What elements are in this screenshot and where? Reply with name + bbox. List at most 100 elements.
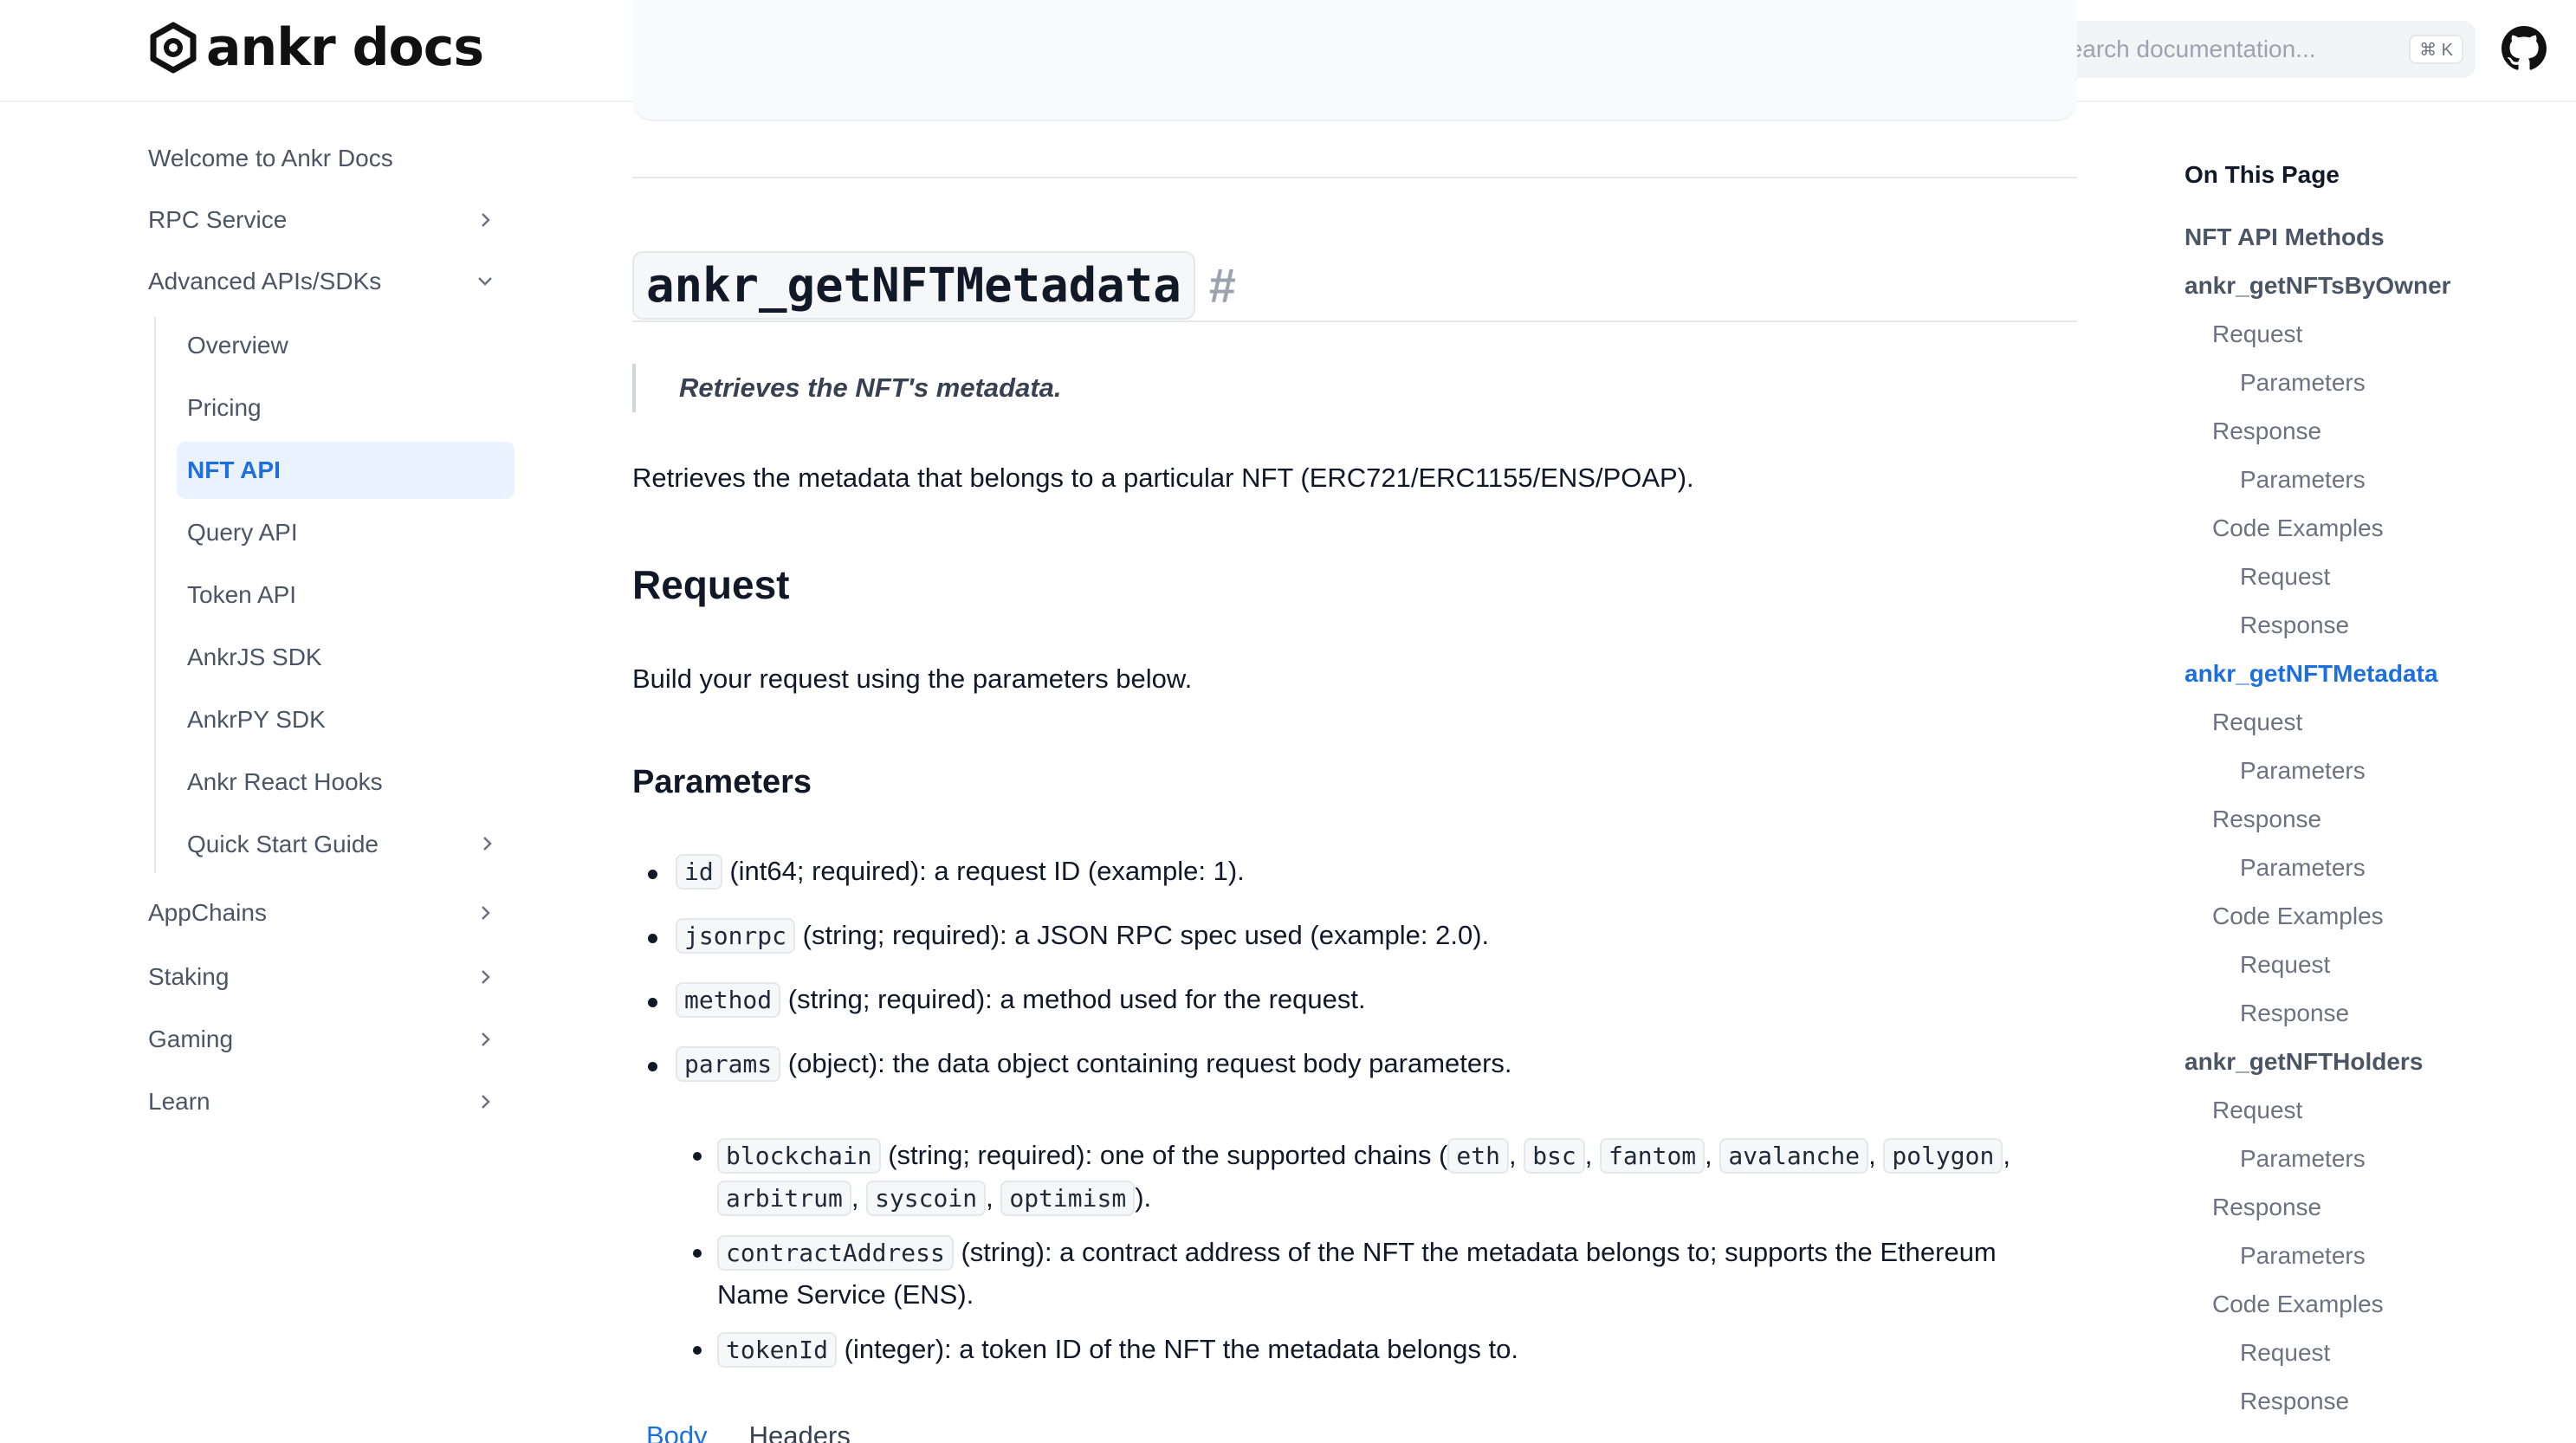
request-description: Build your request using the parameters … — [632, 663, 1193, 694]
tab-body[interactable]: Body — [646, 1420, 708, 1443]
toc-item[interactable]: ankr_getNFTMetadata — [2184, 660, 2451, 709]
param-name: method — [676, 982, 781, 1018]
toc-item[interactable]: Code Examples — [2184, 903, 2451, 951]
sidebar-item-label: Staking — [148, 963, 230, 990]
toc-title: On This Page — [2184, 161, 2340, 188]
previous-section-card — [632, 0, 2077, 121]
chevron-right-icon[interactable] — [475, 210, 495, 230]
sidebar-item-appchains[interactable]: AppChains — [147, 880, 513, 946]
sidebar-item-label: AppChains — [148, 899, 267, 926]
ankr-docs-logo[interactable]: ankr docs — [147, 17, 484, 78]
toc-item[interactable]: ankr_getNFTHolders — [2184, 1048, 2451, 1097]
chevron-right-icon[interactable] — [476, 833, 497, 854]
toc-item[interactable]: Request — [2184, 563, 2451, 611]
sidebar-item-label: Ankr React Hooks — [187, 768, 383, 795]
sidebar-item-quick-start-guide[interactable]: Quick Start Guide — [177, 816, 515, 873]
left-sidebar: Welcome to Ankr Docs RPC Service Advance… — [147, 130, 515, 1133]
toc-item[interactable]: Request — [2184, 320, 2451, 369]
sidebar-item-label: Welcome to Ankr Docs — [148, 145, 393, 171]
sidebar-item-label: AnkrPY SDK — [187, 706, 326, 733]
github-icon[interactable] — [2502, 26, 2547, 71]
divider — [632, 320, 2077, 322]
toc-item[interactable]: Parameters — [2184, 369, 2451, 417]
param-description: (string; required): a JSON RPC spec used… — [795, 920, 1490, 950]
list-item: id (int64; required): a request ID (exam… — [648, 854, 1245, 890]
sidebar-item-label: Learn — [148, 1088, 210, 1115]
sidebar-item-token-api[interactable]: Token API — [177, 566, 515, 624]
sidebar-item-ankrpy-sdk[interactable]: AnkrPY SDK — [177, 691, 515, 748]
toc-item[interactable]: Response — [2184, 611, 2451, 660]
chevron-right-icon[interactable] — [475, 1091, 495, 1112]
param-description: (int64; required): a request ID (example… — [722, 856, 1245, 886]
toc-item[interactable]: Parameters — [2184, 854, 2451, 903]
chevron-right-icon[interactable] — [475, 1029, 495, 1050]
toc-item[interactable]: Response — [2184, 1000, 2451, 1048]
divider — [632, 177, 2077, 178]
sidebar-item-welcome[interactable]: Welcome to Ankr Docs — [147, 130, 513, 187]
chain-code: syscoin — [866, 1181, 987, 1216]
chevron-down-icon[interactable] — [475, 270, 495, 291]
sidebar-item-label: Quick Start Guide — [187, 831, 379, 857]
param-description-cont: Name Service (ENS). — [717, 1279, 974, 1310]
chain-code: bsc — [1524, 1138, 1585, 1174]
param-name: jsonrpc — [676, 918, 796, 954]
sidebar-item-label: Gaming — [148, 1026, 234, 1052]
sidebar-item-learn[interactable]: Learn — [147, 1071, 513, 1133]
sidebar-item-label: Pricing — [187, 394, 262, 421]
sidebar-submenu-advanced-apis: Overview Pricing NFT API Query API Token… — [154, 317, 515, 873]
sidebar-item-overview[interactable]: Overview — [177, 317, 515, 374]
toc-item[interactable]: Parameters — [2184, 1145, 2451, 1194]
request-heading: Request — [632, 562, 790, 607]
sidebar-item-label: NFT API — [187, 456, 281, 483]
sidebar-item-staking[interactable]: Staking — [147, 946, 513, 1008]
chevron-right-icon[interactable] — [475, 903, 495, 923]
chain-code: fantom — [1600, 1138, 1705, 1174]
chain-code: optimism — [1000, 1181, 1136, 1216]
list-item: params (object): the data object contain… — [648, 1046, 1512, 1082]
sidebar-item-query-api[interactable]: Query API — [177, 504, 515, 561]
on-this-page-toc: On This Page NFT API Methods ankr_getNFTs… — [2184, 161, 2548, 1414]
param-description: (object): the data object containing req… — [780, 1048, 1512, 1078]
toc-item[interactable]: Code Examples — [2184, 514, 2451, 563]
list-item: jsonrpc (string; required): a JSON RPC s… — [647, 918, 1490, 954]
toc-item[interactable]: Request — [2184, 951, 2451, 1000]
search-box[interactable]: ⌘ K — [2032, 21, 2476, 78]
tab-headers[interactable]: Headers — [749, 1420, 851, 1443]
sidebar-item-advanced-apis[interactable]: Advanced APIs/SDKs — [147, 253, 513, 310]
chain-code: arbitrum — [717, 1181, 851, 1216]
sidebar-item-label: AnkrJS SDK — [187, 644, 322, 670]
sidebar-item-label: Token API — [187, 581, 297, 608]
param-description: (string): a contract address of the NFT … — [953, 1237, 1997, 1267]
param-description: (integer): a token ID of the NFT the met… — [837, 1334, 1518, 1364]
code-tabs: Body Headers — [646, 1420, 851, 1443]
toc-item[interactable]: Response — [2184, 417, 2451, 466]
parameters-heading: Parameters — [632, 764, 812, 800]
toc-item[interactable]: ankr_getNFTsByOwner — [2184, 272, 2451, 320]
sidebar-item-ankrjs-sdk[interactable]: AnkrJS SDK — [177, 629, 515, 686]
sidebar-item-gaming[interactable]: Gaming — [147, 1008, 513, 1071]
toc-item[interactable]: Response — [2184, 1194, 2451, 1242]
toc-item[interactable]: Code Examples — [2184, 1291, 2451, 1339]
toc-item[interactable]: Request — [2184, 1339, 2451, 1388]
param-description: (string; required): one of the supported… — [880, 1140, 1448, 1170]
toc-item[interactable]: Request — [2184, 1097, 2451, 1145]
toc-item[interactable]: Response — [2184, 806, 2451, 854]
sidebar-item-pricing[interactable]: Pricing — [177, 379, 515, 437]
sidebar-item-label: Overview — [187, 332, 288, 359]
heading-anchor-link[interactable]: # — [1209, 257, 1236, 314]
toc-item[interactable]: Parameters — [2184, 757, 2451, 806]
search-input[interactable] — [2053, 36, 2399, 63]
toc-item[interactable]: Request — [2184, 709, 2451, 757]
toc-item[interactable]: NFT API Methods — [2184, 223, 2451, 272]
sidebar-item-rpc-service[interactable]: RPC Service — [147, 187, 513, 253]
param-name: contractAddress — [717, 1235, 954, 1271]
toc-item[interactable]: Parameters — [2184, 1242, 2451, 1291]
chevron-right-icon[interactable] — [475, 967, 495, 987]
toc-list: NFT API Methods ankr_getNFTsByOwner Reques… — [2184, 223, 2451, 1436]
sidebar-item-ankr-react-hooks[interactable]: Ankr React Hooks — [177, 754, 515, 811]
method-summary-quote: Retrieves the NFT's metadata. — [632, 364, 1062, 412]
method-heading: ankr_getNFTMetadata # — [632, 251, 1236, 320]
sidebar-item-nft-api[interactable]: NFT API — [177, 442, 515, 499]
toc-item[interactable]: Parameters — [2184, 466, 2451, 514]
toc-item[interactable]: Response — [2184, 1388, 2451, 1436]
